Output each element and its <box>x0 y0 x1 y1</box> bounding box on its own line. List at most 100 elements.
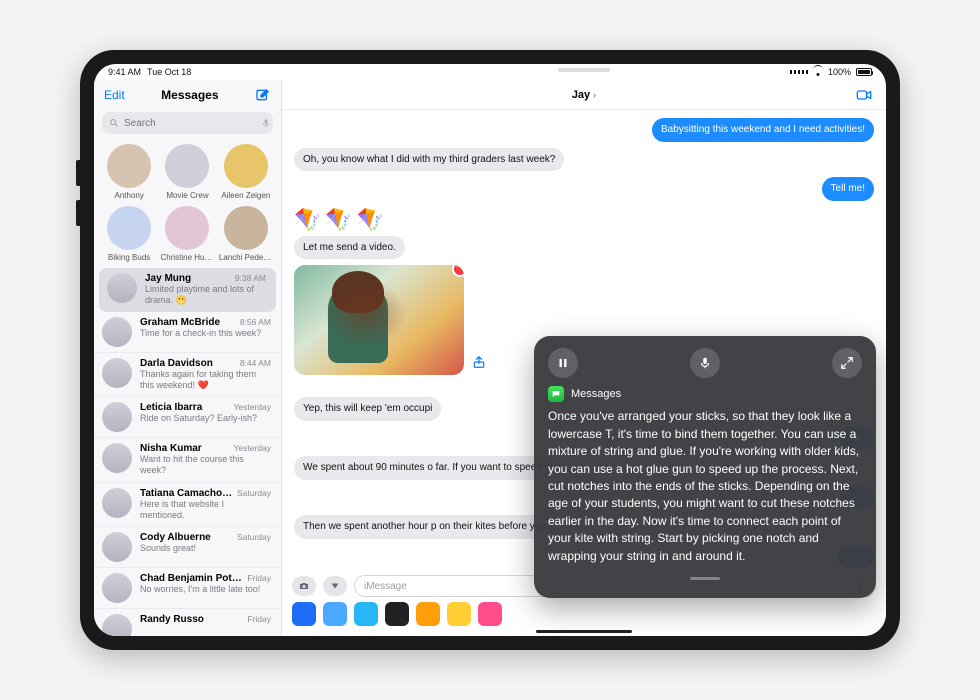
siri-transcript: Once you've arranged your sticks, so tha… <box>548 408 862 565</box>
pinned-name: Anthony <box>114 191 143 200</box>
camera-button[interactable] <box>292 576 316 596</box>
siri-dictation-card[interactable]: Messages Once you've arranged your stick… <box>534 336 876 598</box>
conv-name: Tatiana Camacho-Da… <box>140 488 233 499</box>
avatar <box>102 443 132 473</box>
chevron-right-icon: › <box>593 90 596 100</box>
multitask-pill[interactable] <box>558 68 610 72</box>
kite-emoji-row: 🪁🪁🪁 <box>294 207 464 233</box>
avatar <box>102 614 132 636</box>
pinned-contact[interactable]: Aileen Zeigen <box>219 144 273 200</box>
message-out[interactable]: Babysitting this weekend and I need acti… <box>652 118 874 142</box>
message-out[interactable]: Tell me! <box>822 177 874 201</box>
conv-time: Friday <box>247 614 271 624</box>
contact-name[interactable]: Jay › <box>572 89 596 101</box>
search-icon <box>109 118 119 128</box>
message-in[interactable]: Let me send a video. <box>294 236 405 260</box>
pinned-name: Lanchi Pedersen <box>219 253 273 262</box>
conv-name: Leticia Ibarra <box>140 402 230 413</box>
siri-mic-button[interactable] <box>690 348 720 378</box>
imessage-app[interactable] <box>292 602 316 626</box>
messages-app-icon <box>548 386 564 402</box>
conv-name: Randy Russo <box>140 614 243 625</box>
siri-app-label: Messages <box>571 388 621 400</box>
conv-time: Saturday <box>237 532 271 542</box>
conv-time: Yesterday <box>234 402 272 412</box>
status-time: 9:41 AM <box>108 67 141 77</box>
conv-name: Graham McBride <box>140 317 236 328</box>
video-attachment[interactable]: ❤️ <box>294 265 464 375</box>
pause-button[interactable] <box>548 348 578 378</box>
status-bar: 9:41 AM Tue Oct 18 100% <box>94 64 886 80</box>
message-in[interactable]: Yep, this will keep 'em occupi <box>294 397 441 421</box>
mic-icon[interactable] <box>261 118 271 128</box>
conv-name: Chad Benjamin Potter <box>140 573 243 584</box>
avatar <box>102 573 132 603</box>
pinned-name: Biking Buds <box>108 253 150 262</box>
avatar <box>102 488 132 518</box>
pinned-contact[interactable]: Christine Huang <box>160 206 214 262</box>
imessage-app[interactable] <box>478 602 502 626</box>
pinned-contact[interactable]: Lanchi Pedersen <box>219 206 273 262</box>
ipad-device-frame: 9:41 AM Tue Oct 18 100% Edit Messages <box>80 50 900 650</box>
conv-time: 8:56 AM <box>240 317 271 327</box>
imessage-app[interactable] <box>385 602 409 626</box>
conversation-row[interactable]: Cody Albuerne Saturday Sounds great! <box>94 527 281 568</box>
conv-preview: Thanks again for taking them this weeken… <box>140 369 271 392</box>
facetime-button[interactable] <box>854 87 874 103</box>
app-drawer-button[interactable] <box>323 576 347 596</box>
conv-name: Cody Albuerne <box>140 532 233 543</box>
collapse-button[interactable] <box>832 348 862 378</box>
conversation-row[interactable]: Graham McBride 8:56 AM Time for a check-i… <box>94 312 281 353</box>
pinned-contact[interactable]: Anthony <box>102 144 156 200</box>
share-icon[interactable] <box>472 355 486 369</box>
avatar <box>102 402 132 432</box>
pinned-contact[interactable]: Biking Buds <box>102 206 156 262</box>
battery-percent: 100% <box>828 67 851 77</box>
battery-icon <box>856 68 872 76</box>
conversation-header: Jay › <box>282 80 886 110</box>
wifi-icon <box>813 68 823 76</box>
message-in[interactable]: Then we spent another hour p on their ki… <box>294 515 563 539</box>
conv-preview: Time for a check-in this week? <box>140 328 271 339</box>
imessage-app[interactable] <box>416 602 440 626</box>
screen: 9:41 AM Tue Oct 18 100% Edit Messages <box>94 64 886 636</box>
imessage-app[interactable] <box>447 602 471 626</box>
conv-time: Friday <box>247 573 271 583</box>
conversation-row[interactable]: Nisha Kumar Yesterday Want to hit the cou… <box>94 438 281 483</box>
conv-preview: Sounds great! <box>140 543 271 554</box>
message-in[interactable]: Oh, you know what I did with my third gr… <box>294 148 564 172</box>
conv-name: Darla Davidson <box>140 358 236 369</box>
pinned-name: Aileen Zeigen <box>221 191 270 200</box>
conversation-row[interactable]: Darla Davidson 8:44 AM Thanks again for t… <box>94 353 281 398</box>
tapback-heart[interactable]: ❤️ <box>452 265 464 277</box>
cellular-icon <box>790 70 808 74</box>
edit-button[interactable]: Edit <box>104 88 125 102</box>
conv-preview: No worries, I'm a little late too! <box>140 584 271 595</box>
search-field[interactable] <box>102 112 273 134</box>
conversation-row[interactable]: Leticia IbarraYesterday Ride on Saturday… <box>94 397 281 438</box>
sidebar-title: Messages <box>125 88 255 102</box>
imessage-app[interactable] <box>354 602 378 626</box>
conv-time: Yesterday <box>234 443 272 453</box>
sheet-grabber[interactable] <box>690 577 720 580</box>
pinned-name: Christine Huang <box>160 253 214 262</box>
avatar <box>107 273 137 303</box>
compose-button[interactable] <box>255 87 271 103</box>
pinned-contact[interactable]: Movie Crew <box>160 144 214 200</box>
avatar <box>102 358 132 388</box>
home-indicator[interactable] <box>536 630 632 633</box>
conv-name: Jay Mung <box>145 273 231 284</box>
imessage-app[interactable] <box>323 602 347 626</box>
conv-time: 8:44 AM <box>240 358 271 368</box>
pinned-name: Movie Crew <box>166 191 208 200</box>
conv-preview: Want to hit the course this week? <box>140 454 271 477</box>
conv-preview: Here is that website I mentioned. <box>140 499 271 522</box>
conversation-row[interactable]: Randy Russo Friday <box>94 609 281 636</box>
conversation-pane: Jay › Babysitting this weekend and I nee… <box>282 80 886 636</box>
status-date: Tue Oct 18 <box>147 67 191 77</box>
conv-name: Nisha Kumar <box>140 443 230 454</box>
conversation-row[interactable]: Jay Mung9:38 AM Limited playtime and lot… <box>99 268 276 312</box>
search-input[interactable] <box>124 118 256 129</box>
conversation-row[interactable]: Chad Benjamin Potter Friday No worries, I… <box>94 568 281 609</box>
conversation-row[interactable]: Tatiana Camacho-Da…Saturday Here is that… <box>94 483 281 528</box>
